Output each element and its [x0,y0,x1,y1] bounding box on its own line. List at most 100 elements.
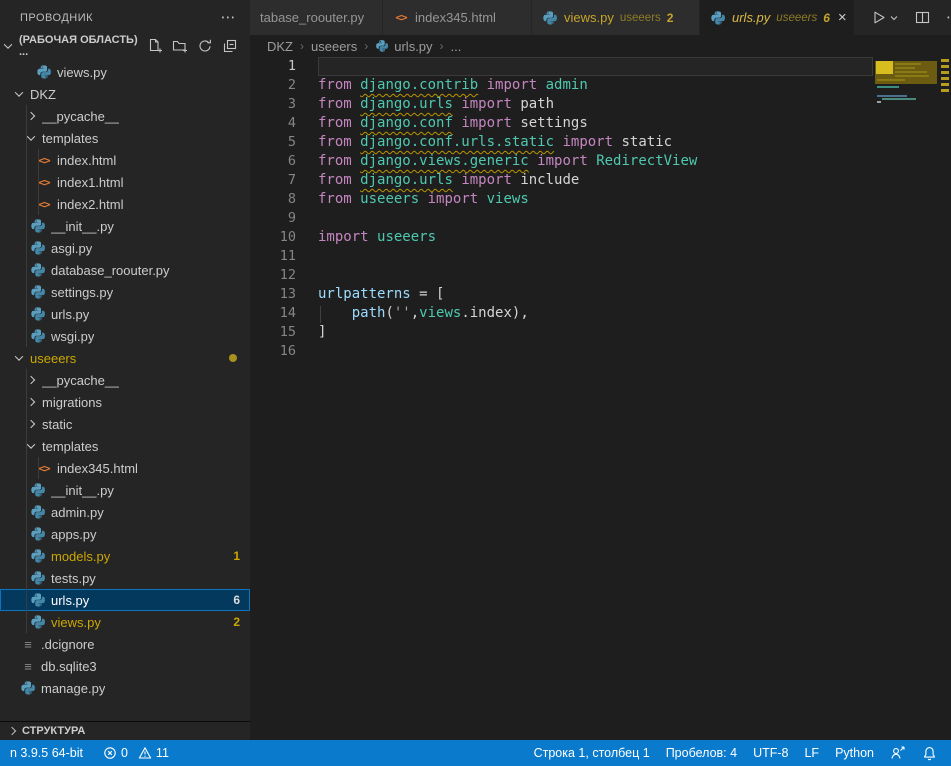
overview-ruler[interactable] [939,57,951,740]
refresh-icon[interactable] [197,38,213,54]
code-line-6[interactable]: 6from django.views.generic import Redire… [250,152,951,171]
indentation-status[interactable]: Пробелов: 4 [658,746,745,760]
line-content: urlpatterns = [ [318,285,873,304]
python-file-icon [30,548,46,564]
tree-item-settings.py[interactable]: settings.py [0,281,250,303]
tree-item-DKZ[interactable]: DKZ [0,83,250,105]
tree-item-static[interactable]: static [0,413,250,435]
problems-badge: 6 [233,593,240,607]
chevron-down-icon [27,132,35,140]
tree-item-db.sqlite3[interactable]: ≡db.sqlite3 [0,655,250,677]
line-number: 16 [250,342,296,361]
more-actions-icon[interactable]: ⋯ [946,13,951,23]
tree-item-templates[interactable]: templates [0,435,250,457]
minimap[interactable] [875,57,939,257]
status-right: Строка 1, столбец 1Пробелов: 4UTF-8LFPyt… [526,745,951,761]
run-python-file-button[interactable] [870,9,899,26]
tree-item-urls.py[interactable]: urls.py6 [0,589,250,611]
code-line-13[interactable]: 13urlpatterns = [ [250,285,951,304]
workspace-section-header[interactable]: (РАБОЧАЯ ОБЛАСТЬ) ... [0,35,250,57]
breadcrumb-item-useeers[interactable]: useeers [311,39,357,54]
code-line-14[interactable]: 14 path('',views.index), [250,304,951,323]
python-file-icon [30,504,46,520]
code-line-12[interactable]: 12 [250,266,951,285]
tree-item-admin.py[interactable]: admin.py [0,501,250,523]
language-mode-status[interactable]: Python [827,746,882,760]
code-line-8[interactable]: 8from useeers import views [250,190,951,209]
tree-item-views.py[interactable]: views.py [0,61,250,83]
code-line-4[interactable]: 4from django.conf import settings [250,114,951,133]
code-line-1[interactable]: 1 [250,57,951,76]
python-interpreter-status[interactable]: n 3.9.5 64-bit [2,746,91,760]
tree-item-apps.py[interactable]: apps.py [0,523,250,545]
tree-item--pycache-[interactable]: __pycache__ [0,369,250,391]
encoding-status[interactable]: UTF-8 [745,746,796,760]
line-content: from django.conf import settings [318,114,873,133]
code-line-3[interactable]: 3from django.urls import path [250,95,951,114]
tree-item-manage.py[interactable]: manage.py [0,677,250,699]
code-line-16[interactable]: 16 [250,342,951,361]
tree-item-templates[interactable]: templates [0,127,250,149]
code-line-10[interactable]: 10import useeers [250,228,951,247]
tree-item--pycache-[interactable]: __pycache__ [0,105,250,127]
outline-section-header[interactable]: СТРУКТУРА [0,721,250,740]
collapse-all-icon[interactable] [222,38,238,54]
code-line-2[interactable]: 2from django.contrib import admin [250,76,951,95]
tab-index345.html[interactable]: <>index345.html [383,0,532,35]
eol-status[interactable]: LF [796,746,827,760]
tree-item--init-.py[interactable]: __init__.py [0,215,250,237]
tree-item--init-.py[interactable]: __init__.py [0,479,250,501]
cursor-position-status[interactable]: Строка 1, столбец 1 [526,746,658,760]
tree-item-tests.py[interactable]: tests.py [0,567,250,589]
problems-status[interactable]: 0 11 [103,746,169,760]
tree-item-label: __pycache__ [42,373,119,388]
split-editor-icon[interactable] [914,9,931,26]
python-file-icon [30,284,46,300]
new-folder-icon[interactable] [172,38,188,54]
tab-urls.py[interactable]: urls.pyuseeers6× [700,0,855,35]
tree-item-migrations[interactable]: migrations [0,391,250,413]
new-file-icon[interactable] [147,38,163,54]
code-line-5[interactable]: 5from django.conf.urls.static import sta… [250,133,951,152]
code-line-15[interactable]: 15] [250,323,951,342]
code-line-11[interactable]: 11 [250,247,951,266]
tree-item-label: admin.py [51,505,104,520]
breadcrumb[interactable]: DKZ›useeers›urls.py›... [250,35,951,57]
tree-item-label: __init__.py [51,483,114,498]
tree-item-label: DKZ [30,87,56,102]
breadcrumb-label: useeers [311,39,357,54]
tree-item-label: tests.py [51,571,96,586]
run-dropdown-icon[interactable] [889,13,899,23]
chevron-right-icon [27,112,35,120]
chevron-down-icon [15,88,23,96]
breadcrumb-label: ... [451,39,462,54]
sidebar-more-icon[interactable]: ⋯ [221,13,237,23]
tree-item-database-roouter.py[interactable]: database_roouter.py [0,259,250,281]
tab-tabase-roouter.py[interactable]: tabase_roouter.py [250,0,383,35]
tree-item-wsgi.py[interactable]: wsgi.py [0,325,250,347]
breadcrumb-item-DKZ[interactable]: DKZ [267,39,293,54]
chevron-right-icon [27,420,35,428]
tab-views.py[interactable]: views.pyuseeers2 [532,0,700,35]
line-number: 11 [250,247,296,266]
code-line-7[interactable]: 7from django.urls import include [250,171,951,190]
close-tab-icon[interactable]: × [838,11,847,25]
tab-label: tabase_roouter.py [260,10,364,25]
indentation-guide [320,306,321,323]
code-line-9[interactable]: 9 [250,209,951,228]
tree-item-asgi.py[interactable]: asgi.py [0,237,250,259]
code-editor[interactable]: 12from django.contrib import admin3from … [250,57,951,740]
feedback-icon[interactable] [882,745,914,761]
tree-item-label: database_roouter.py [51,263,170,278]
tree-item-urls.py[interactable]: urls.py [0,303,250,325]
workspace-actions [147,38,250,54]
python-file-icon [30,482,46,498]
breadcrumb-item-...[interactable]: ... [451,39,462,54]
bell-icon[interactable] [914,746,945,761]
tree-item-useeers[interactable]: useeers [0,347,250,369]
tree-item-views.py[interactable]: views.py2 [0,611,250,633]
tree-item-.dcignore[interactable]: ≡.dcignore [0,633,250,655]
tree-item-label: manage.py [41,681,105,696]
tree-item-models.py[interactable]: models.py1 [0,545,250,567]
breadcrumb-item-urls.py[interactable]: urls.py [375,39,432,54]
